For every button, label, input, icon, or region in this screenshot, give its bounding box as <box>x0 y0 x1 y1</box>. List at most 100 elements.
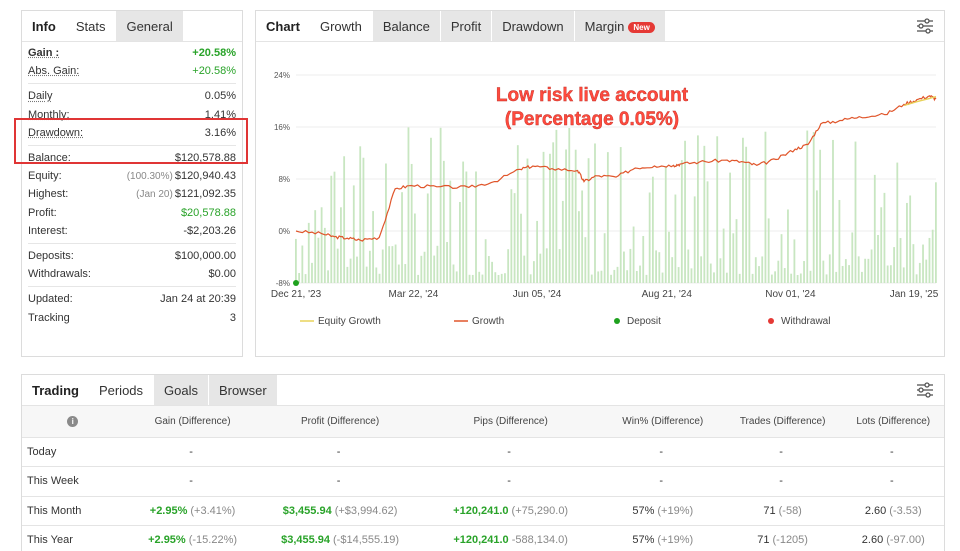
monthly-label[interactable]: Monthly: <box>28 109 70 121</box>
activity-bar <box>423 251 426 283</box>
tab-growth[interactable]: Growth <box>310 11 372 41</box>
table-row[interactable]: This Week - - - - - - <box>22 466 944 497</box>
equity-label: Equity: <box>28 170 62 183</box>
highest-row: Highest: (Jan 20) $121,092.35 <box>28 185 236 203</box>
withdrawals-label: Withdrawals: <box>28 268 91 281</box>
activity-bar <box>770 274 773 283</box>
tab-general[interactable]: General <box>115 11 183 41</box>
tab-trading[interactable]: Trading <box>22 375 89 405</box>
daily-label[interactable]: Daily <box>28 90 52 102</box>
tab-margin[interactable]: Margin New <box>573 11 665 41</box>
equity-value: $120,940.43 <box>174 170 236 183</box>
cell-profit: - <box>261 466 419 497</box>
activity-bar <box>812 132 815 283</box>
activity-bar <box>558 249 561 283</box>
sliders-icon[interactable] <box>916 382 934 398</box>
legend-deposit[interactable]: Deposit <box>627 316 661 327</box>
activity-bar <box>507 249 510 283</box>
tab-goals[interactable]: Goals <box>153 375 208 405</box>
cell-win-value: - <box>659 475 664 488</box>
gain-label[interactable]: Gain : <box>28 47 59 59</box>
profit-row: Profit: $20,578.88 <box>28 204 236 222</box>
activity-bar <box>552 142 555 283</box>
tab-info[interactable]: Info <box>22 11 66 41</box>
activity-bar <box>504 273 506 283</box>
equity-percent: (100.30%) <box>126 171 173 183</box>
activity-bar <box>410 163 413 283</box>
profit-value: $20,578.88 <box>180 206 236 219</box>
activity-bar <box>803 261 805 283</box>
cell-period-value: This Week <box>27 475 79 488</box>
activity-bar <box>793 239 796 283</box>
drawdown-label[interactable]: Drawdown: <box>28 127 83 139</box>
cell-gain-value: - <box>189 445 193 458</box>
legend-withdrawal[interactable]: Withdrawal <box>781 316 830 327</box>
cell-win: - <box>602 466 723 497</box>
tab-chart[interactable]: Chart <box>256 11 310 41</box>
activity-bar <box>497 274 500 283</box>
activity-bar <box>626 270 629 283</box>
activity-bar <box>616 266 619 283</box>
y-tick-label: -8% <box>276 279 290 288</box>
tab-balance[interactable]: Balance <box>371 11 440 41</box>
updated-value: Jan 24 at 20:39 <box>160 293 236 306</box>
activity-bar <box>706 181 709 283</box>
activity-bar <box>796 274 799 283</box>
activity-bar <box>584 237 587 283</box>
sliders-icon[interactable] <box>916 18 934 34</box>
cell-lots-difference: (-97.00) <box>886 534 925 547</box>
tab-periods[interactable]: Periods <box>89 375 153 405</box>
activity-bar <box>362 157 365 283</box>
legend-growth[interactable]: Growth <box>472 316 504 327</box>
balance-value: $120,578.88 <box>174 152 236 165</box>
cell-trades: 71 (-1205) <box>722 525 843 551</box>
activity-bar <box>613 269 616 283</box>
activity-bar <box>835 271 838 283</box>
activity-bar <box>578 211 580 283</box>
info-icon[interactable]: i <box>67 415 79 427</box>
table-row[interactable]: This Month +2.95% (+3.41%) $3,455.94 (+$3,99… <box>22 496 944 526</box>
tab-browser[interactable]: Browser <box>208 375 277 405</box>
x-tick-label: Dec 21, '23 <box>271 289 322 300</box>
daily-row: Daily 0.05% <box>28 87 236 105</box>
activity-bar <box>928 237 931 283</box>
cell-lots-value: - <box>889 475 894 488</box>
activity-bar <box>886 265 889 283</box>
table-row[interactable]: Today - - - - - - <box>22 437 944 467</box>
activity-bar <box>873 174 876 283</box>
tab-profit[interactable]: Profit <box>439 11 492 41</box>
cell-lots-value: - <box>889 445 894 458</box>
tab-stats[interactable]: Stats <box>66 11 116 41</box>
cell-period: This Year <box>22 525 124 551</box>
activity-bar <box>857 256 860 283</box>
cell-lots-difference: (-3.53) <box>889 504 922 517</box>
activity-bar <box>340 207 342 283</box>
new-badge: New <box>628 22 655 33</box>
tab-drawdown[interactable]: Drawdown <box>491 11 574 41</box>
activity-bar <box>783 268 786 283</box>
activity-bar <box>481 274 484 283</box>
abs-gain-label[interactable]: Abs. Gain: <box>28 65 79 77</box>
activity-bar <box>918 262 921 283</box>
activity-bar <box>571 171 574 283</box>
activity-bar <box>896 162 899 283</box>
cell-gain: +2.95% (-15.22%) <box>123 525 262 551</box>
deposits-value: $100,000.00 <box>174 249 236 262</box>
activity-bar <box>664 166 667 283</box>
header-gain: Gain (Difference) <box>123 406 262 438</box>
info-panel: Info Stats General Gain : +20.58% Abs. G… <box>21 10 243 357</box>
activity-bar <box>719 258 722 283</box>
activity-bar <box>713 272 715 283</box>
activity-bar <box>526 158 529 283</box>
tracking-row: Tracking 3 <box>28 308 236 326</box>
cell-period: This Week <box>22 466 124 497</box>
activity-bar <box>478 271 481 283</box>
legend-equity-growth[interactable]: Equity Growth <box>318 316 381 327</box>
activity-bar <box>327 270 329 283</box>
x-tick-label: Jan 19, '25 <box>890 289 939 300</box>
cell-profit-value: - <box>336 475 341 488</box>
activity-bar <box>516 145 519 283</box>
cell-win-difference: (+19%) <box>657 504 694 517</box>
table-row[interactable]: This Year +2.95% (-15.22%) $3,455.94 (-$14,5… <box>22 525 944 551</box>
activity-bar <box>725 272 728 283</box>
